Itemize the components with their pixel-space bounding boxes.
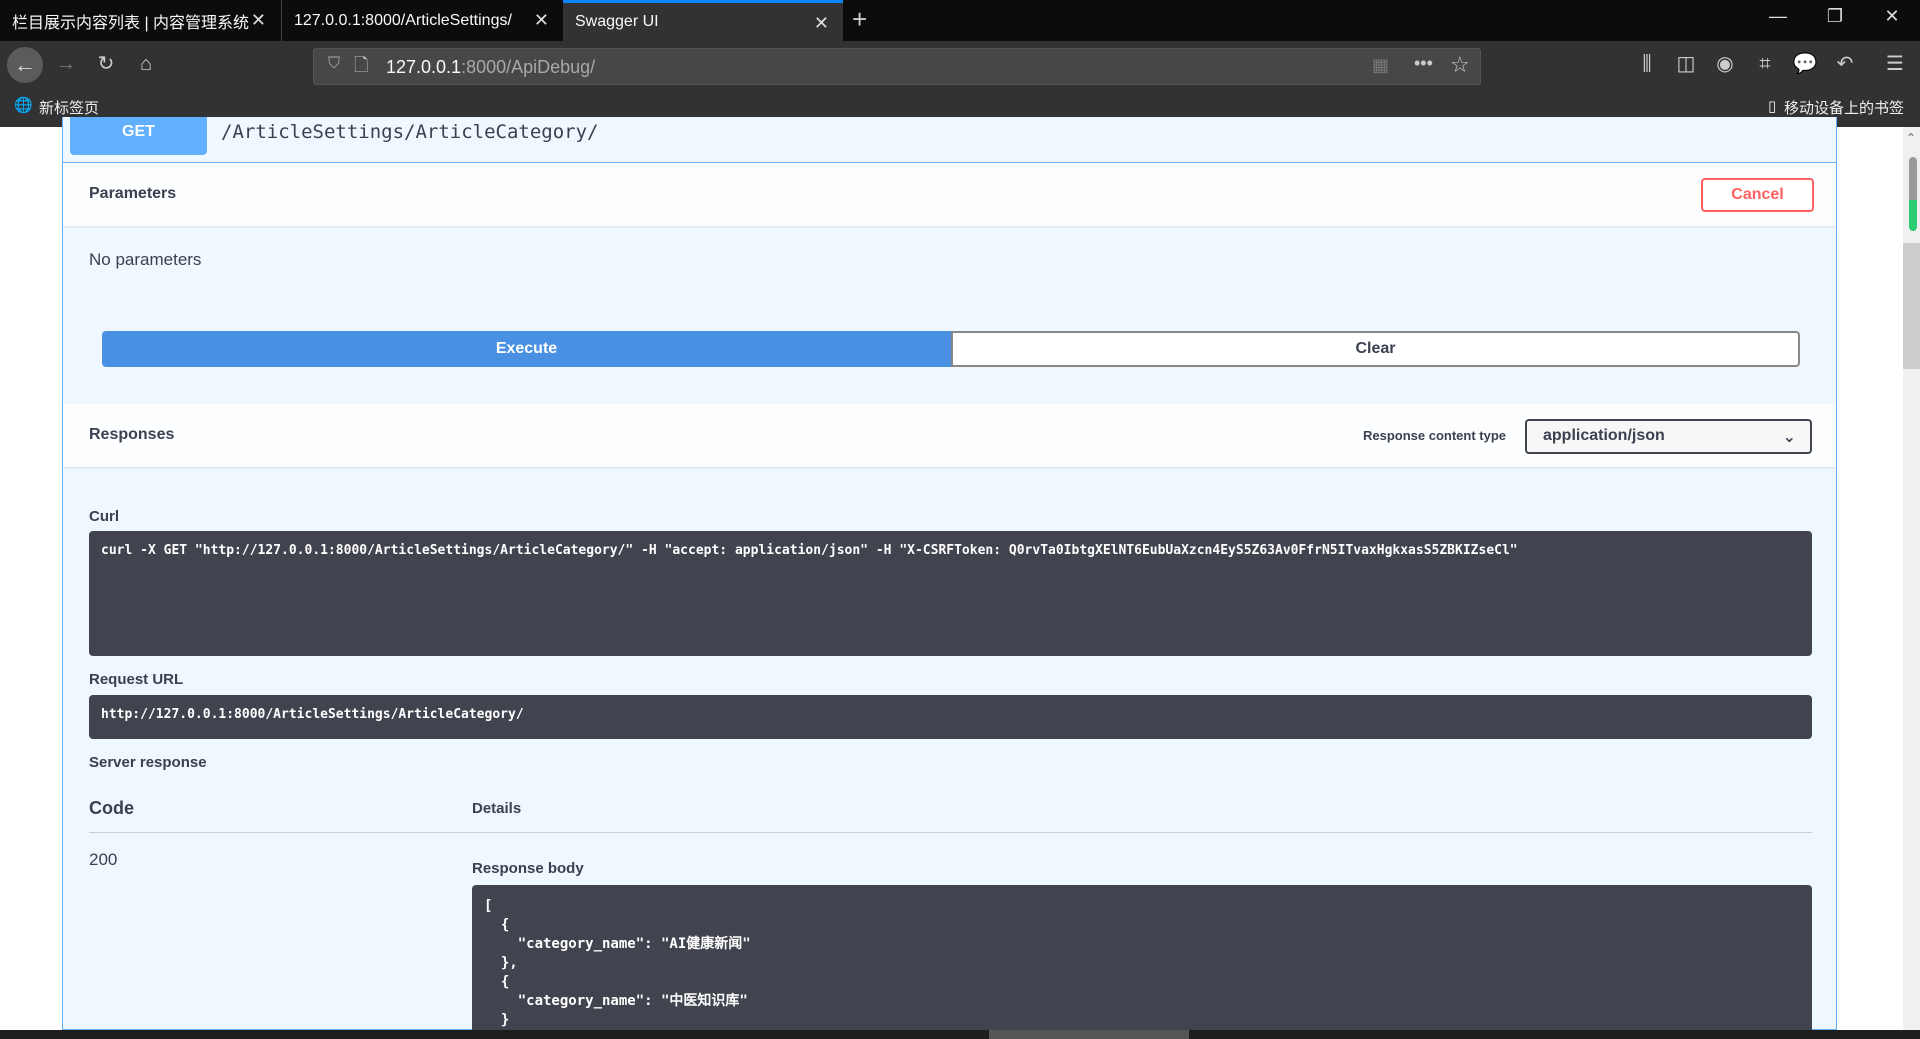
scroll-up-icon[interactable]: ⌃ — [1906, 131, 1916, 145]
method-badge: GET — [70, 117, 207, 155]
cancel-button[interactable]: Cancel — [1701, 178, 1814, 212]
tab-1[interactable]: 栏目展示内容列表 | 内容管理系统 ✕ — [0, 0, 280, 41]
response-code: 200 — [89, 850, 118, 869]
qr-code-icon[interactable]: ▦ — [1372, 55, 1389, 76]
content-type-label: Response content type — [1363, 428, 1507, 443]
request-url[interactable]: http://127.0.0.1:8000/ArticleSettings/Ar… — [89, 695, 1812, 739]
no-parameters-text: No parameters — [89, 250, 202, 269]
more-icon[interactable]: ••• — [1414, 53, 1433, 74]
vertical-scrollbar[interactable]: ⌃ — [1903, 127, 1920, 1030]
library-icon[interactable]: ⫼ — [1632, 49, 1662, 79]
bookmark-star-icon[interactable]: ☆ — [1450, 52, 1470, 78]
close-window-icon[interactable]: ✕ — [1872, 6, 1912, 27]
forward-arrow-icon[interactable]: → — [51, 49, 81, 79]
restore-icon[interactable]: ❐ — [1815, 6, 1855, 27]
parameters-header: Parameters Cancel — [63, 163, 1836, 226]
operation-block: GET /ArticleSettings/ArticleCategory/ Pa… — [62, 117, 1837, 1030]
sidebar-icon[interactable]: ◫ — [1671, 49, 1701, 79]
content-type-select[interactable]: application/json ⌄ — [1525, 419, 1812, 454]
execute-button[interactable]: Execute — [102, 331, 951, 367]
minimize-icon[interactable]: — — [1758, 6, 1798, 27]
globe-icon: 🌐 — [14, 97, 33, 114]
horizontal-scrollbar-thumb[interactable] — [989, 1030, 1189, 1039]
url-path: :8000/ApiDebug/ — [461, 57, 596, 77]
close-tab-icon[interactable]: ✕ — [251, 10, 266, 31]
mobile-icon: ▯ — [1768, 98, 1777, 115]
response-body-label: Response body — [472, 860, 584, 877]
home-icon[interactable]: ⌂ — [131, 49, 161, 79]
curl-command[interactable]: curl -X GET "http://127.0.0.1:8000/Artic… — [89, 531, 1812, 656]
reload-icon[interactable]: ↻ — [91, 49, 121, 79]
close-tab-icon[interactable]: ✕ — [814, 13, 829, 34]
parameters-title: Parameters — [89, 185, 177, 202]
response-body[interactable]: [ { "category_name": "AI健康新闻" }, { "cate… — [472, 885, 1812, 1030]
bottom-scrollbar[interactable] — [0, 1030, 1920, 1039]
page-icon: 🗋 — [354, 55, 369, 75]
undo-icon[interactable]: ↶ — [1830, 49, 1860, 79]
chevron-down-icon: ⌄ — [1782, 429, 1796, 446]
shield-icon: ⛉ — [328, 55, 341, 72]
responses-title: Responses — [89, 426, 175, 443]
code-column-header: Code — [89, 798, 134, 818]
responses-header: Responses Response content type applicat… — [63, 404, 1836, 467]
new-tab-plus-icon[interactable]: + — [852, 4, 867, 35]
menu-icon[interactable]: ☰ — [1880, 49, 1910, 79]
tab-title: Swagger UI — [575, 13, 659, 30]
request-url-label: Request URL — [89, 671, 184, 688]
tab-3-active[interactable]: Swagger UI ✕ — [563, 0, 843, 41]
url-bar[interactable]: ⛉ 🗋 127.0.0.1:8000/ApiDebug/ ▦ ••• ☆ — [313, 48, 1481, 85]
tab-2[interactable]: 127.0.0.1:8000/ArticleSettings/ ✕ — [281, 0, 563, 41]
chat-icon[interactable]: 💬 — [1790, 49, 1820, 79]
operation-path: /ArticleSettings/ArticleCategory/ — [221, 121, 599, 143]
url-host: 127.0.0.1 — [386, 57, 462, 77]
details-column-header: Details — [472, 800, 522, 817]
content-type-value: application/json — [1543, 427, 1665, 444]
bookmark-new-tab[interactable]: 新标签页 — [39, 97, 99, 118]
page-content: GET /ArticleSettings/ArticleCategory/ Pa… — [0, 117, 1903, 1030]
scrollbar-thumb[interactable] — [1903, 243, 1920, 369]
close-tab-icon[interactable]: ✕ — [534, 10, 549, 31]
curl-label: Curl — [89, 508, 119, 525]
server-response-label: Server response — [89, 754, 207, 771]
back-arrow-icon[interactable]: ← — [7, 47, 43, 83]
account-icon[interactable]: ◉ — [1710, 49, 1740, 79]
crop-icon[interactable]: ⌗ — [1750, 49, 1780, 79]
tab-title: 栏目展示内容列表 | 内容管理系统 — [12, 14, 250, 32]
tab-bar: 栏目展示内容列表 | 内容管理系统 ✕ 127.0.0.1:8000/Articl… — [0, 0, 1920, 41]
mobile-bookmarks[interactable]: 移动设备上的书签 — [1784, 97, 1904, 118]
clear-button[interactable]: Clear — [951, 331, 1800, 367]
tab-title: 127.0.0.1:8000/ArticleSettings/ — [294, 11, 512, 29]
scroll-indicator — [1909, 157, 1917, 231]
